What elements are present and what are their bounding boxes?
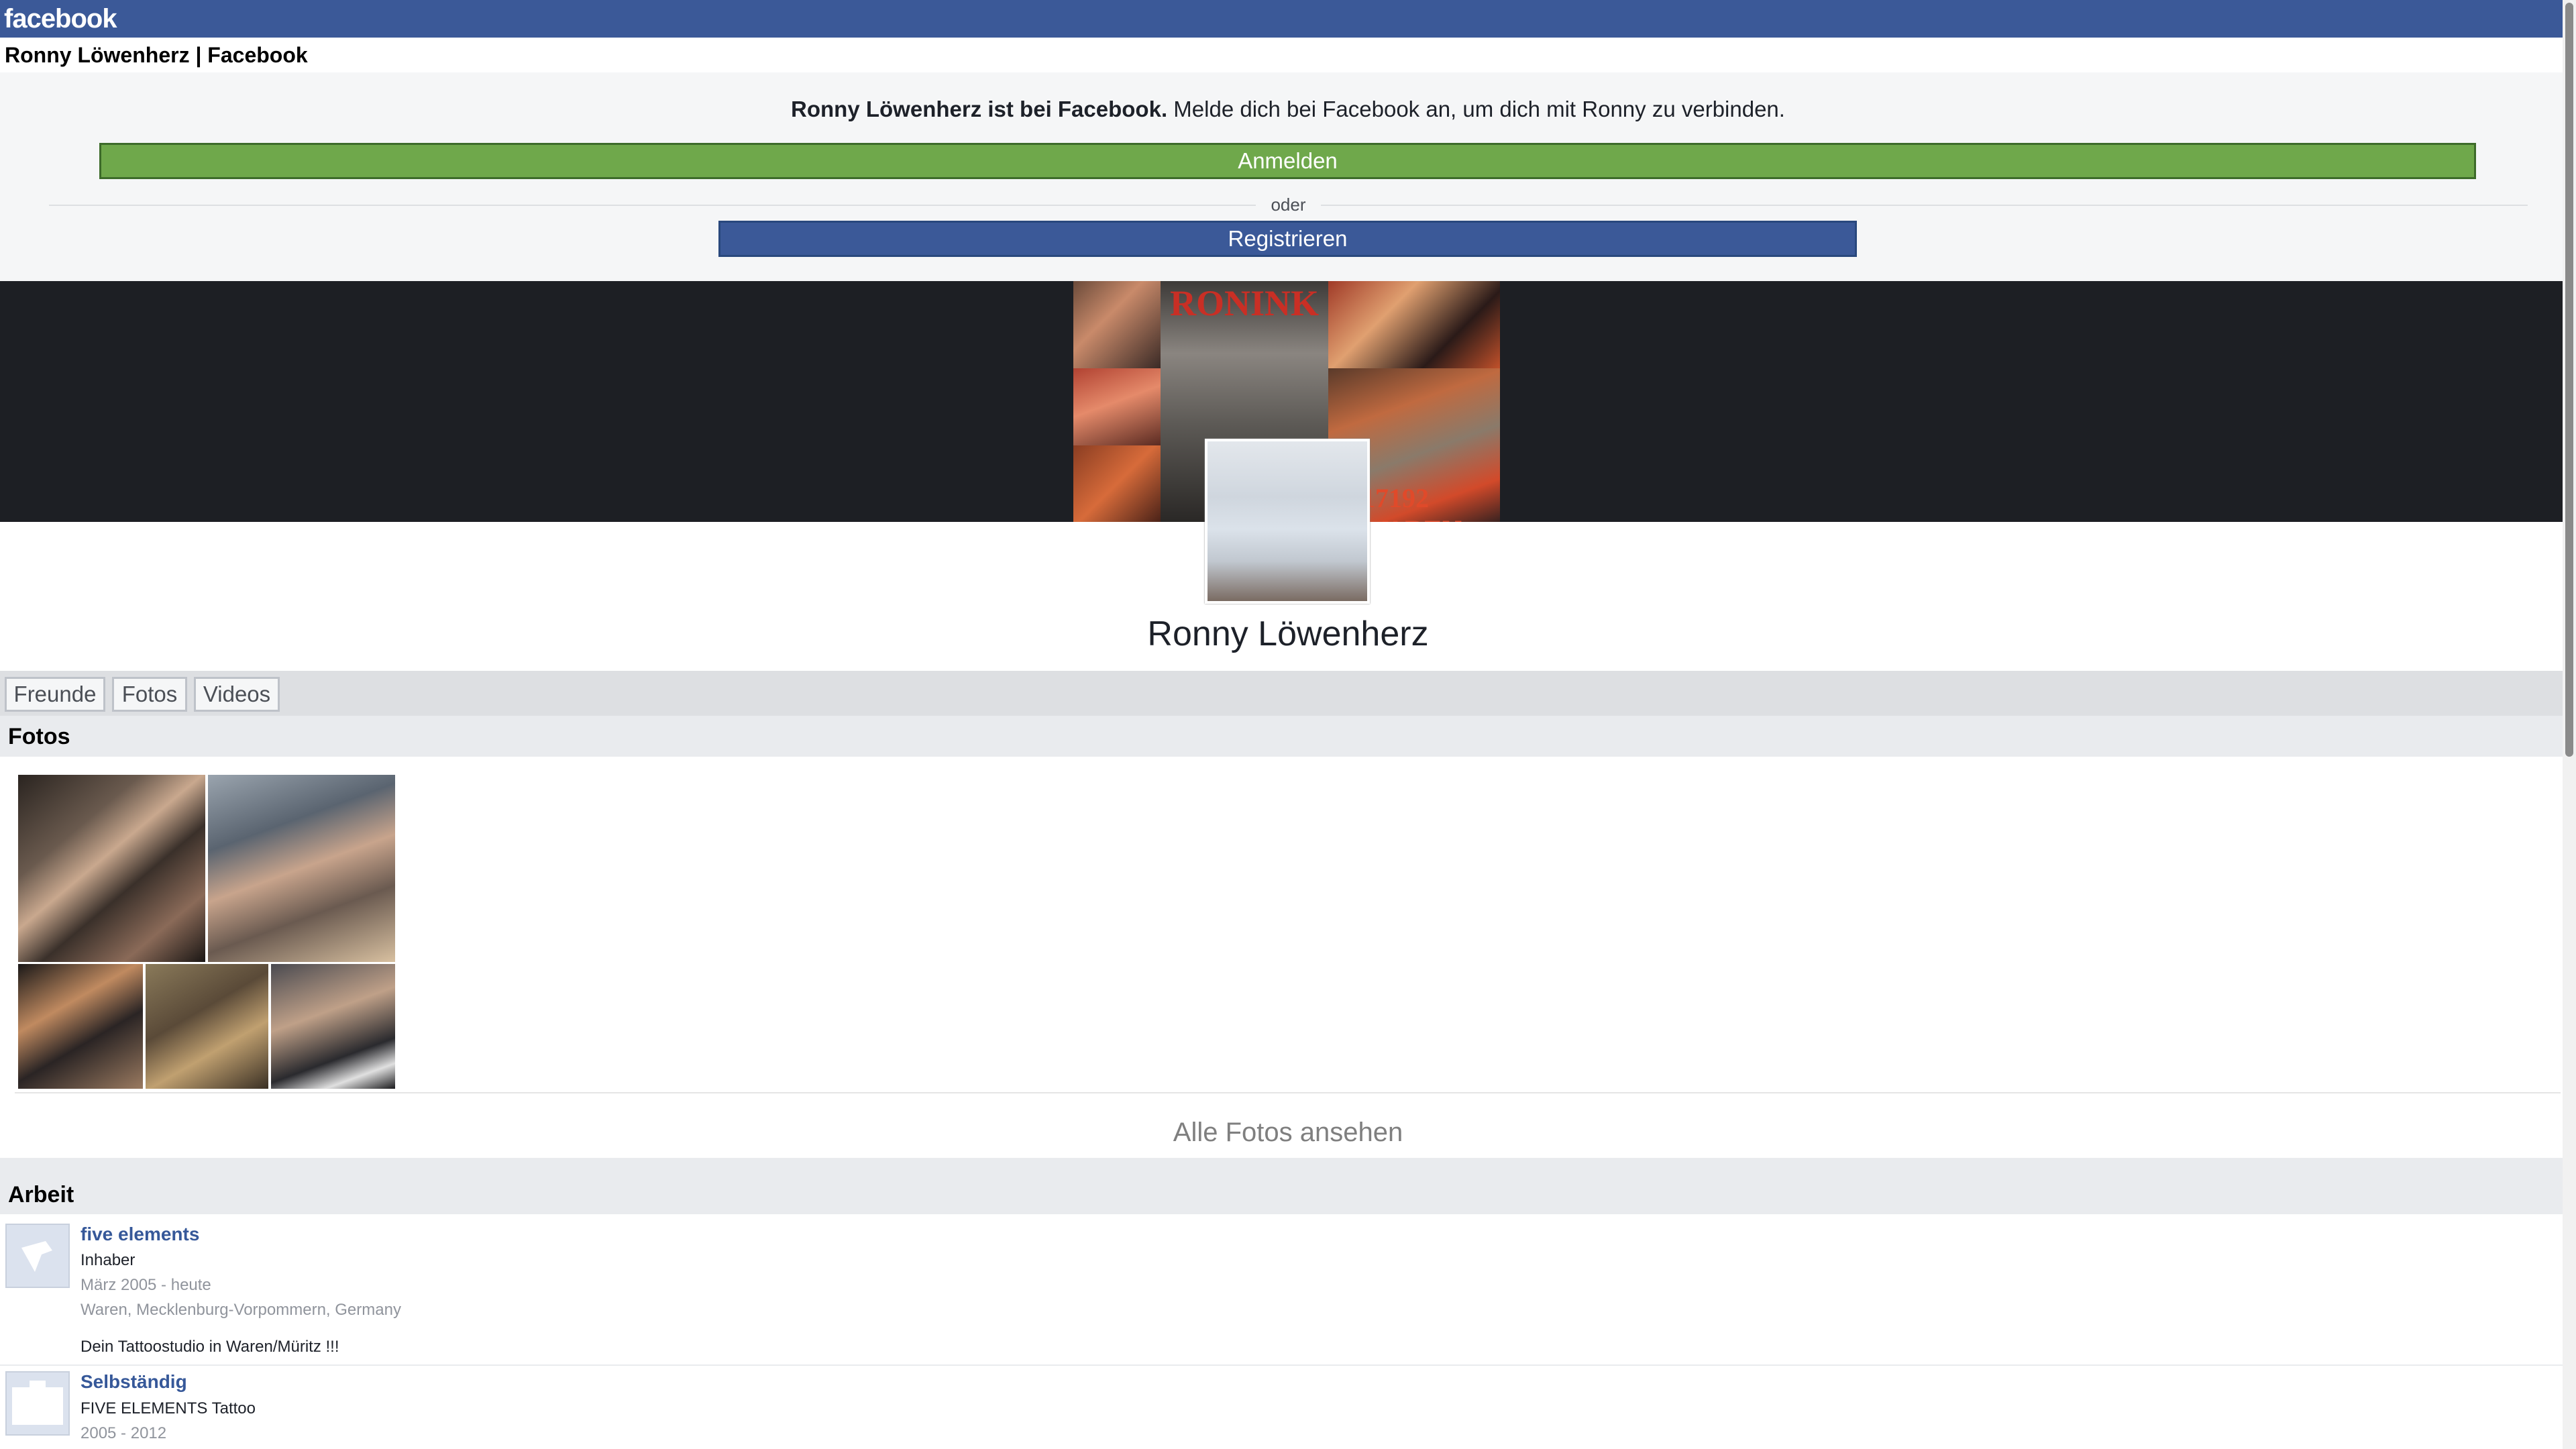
work-item-title[interactable]: Selbständig — [80, 1371, 187, 1393]
cover-tile — [1073, 281, 1161, 368]
profile-name: Ronny Löwenherz — [1147, 614, 1429, 653]
work-item-description: Dein Tattoostudio in Waren/Müritz !!! — [80, 1338, 339, 1356]
work-item: Selbständig FIVE ELEMENTS Tattoo 2005 - … — [0, 1366, 2563, 1449]
photo-thumbnail[interactable] — [208, 775, 395, 962]
facebook-logo[interactable]: facebook — [4, 3, 117, 35]
login-message: Ronny Löwenherz ist bei Facebook. Melde … — [0, 97, 2576, 122]
cover-tile — [1073, 445, 1161, 522]
photos-heading: Fotos — [8, 724, 70, 749]
photo-thumbnail[interactable] — [271, 964, 395, 1089]
login-message-text: Melde dich bei Facebook an, um dich mit … — [1167, 97, 1785, 121]
cover-tile — [1328, 281, 1500, 368]
work-item-location: Waren, Mecklenburg-Vorpommern, Germany — [80, 1301, 401, 1319]
photos-divider — [15, 1092, 2561, 1093]
work-item-title[interactable]: five elements — [80, 1224, 199, 1245]
login-message-bold: Ronny Löwenherz ist bei Facebook. — [791, 97, 1168, 121]
work-item-role: FIVE ELEMENTS Tattoo — [80, 1399, 256, 1417]
flag-icon — [5, 1224, 70, 1288]
profile-picture-image — [1208, 441, 1367, 601]
cover-text-location: 17192 WAREN — [1362, 483, 1462, 522]
login-prompt: Ronny Löwenherz ist bei Facebook. Melde … — [0, 72, 2563, 281]
briefcase-icon — [5, 1371, 70, 1436]
register-button[interactable]: Registrieren — [718, 221, 1857, 257]
work-item-period: 2005 - 2012 — [80, 1424, 167, 1442]
cover-tile — [1073, 368, 1161, 445]
scrollbar-thumb[interactable] — [2565, 3, 2573, 757]
top-bar: facebook — [0, 0, 2576, 38]
profile-picture[interactable] — [1205, 439, 1370, 604]
or-divider: oder — [49, 193, 2528, 216]
profile-tab-bar: Freunde Fotos Videos — [0, 671, 2563, 716]
photos-section-header: Fotos — [0, 716, 2563, 757]
work-item-role: Inhaber — [80, 1251, 136, 1269]
photo-thumbnail[interactable] — [18, 775, 205, 962]
tab-friends[interactable]: Freunde — [5, 677, 105, 712]
page-title: Ronny Löwenherz | Facebook — [5, 43, 308, 67]
cover-text-logo: RONINK — [1169, 283, 1319, 323]
work-item: five elements Inhaber März 2005 - heute … — [0, 1214, 2563, 1365]
see-all-photos-link[interactable]: Alle Fotos ansehen — [0, 1118, 2576, 1148]
login-button[interactable]: Anmelden — [99, 143, 2476, 179]
tab-photos[interactable]: Fotos — [112, 677, 187, 712]
or-label: oder — [1256, 195, 1321, 215]
work-section-header: Arbeit — [0, 1158, 2563, 1214]
tab-videos[interactable]: Videos — [194, 677, 280, 712]
photo-thumbnail[interactable] — [18, 964, 143, 1089]
work-item-period: März 2005 - heute — [80, 1276, 211, 1294]
work-heading: Arbeit — [8, 1182, 74, 1208]
page-title-bar: Ronny Löwenherz | Facebook — [0, 38, 2563, 72]
vertical-scrollbar[interactable] — [2563, 0, 2576, 1449]
photo-thumbnail[interactable] — [146, 964, 268, 1089]
